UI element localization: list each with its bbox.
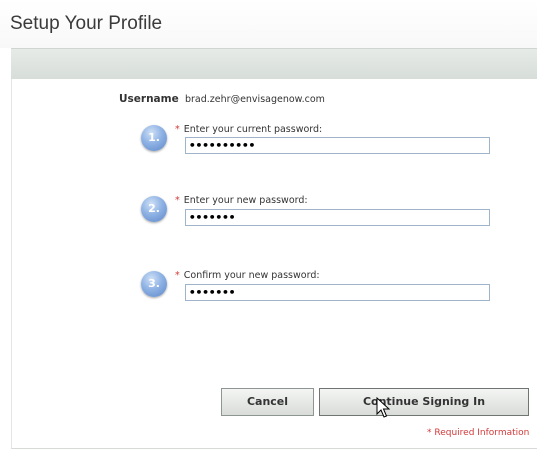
current-password-label: * Enter your current password: bbox=[175, 124, 322, 135]
continue-signing-in-button[interactable]: Continue Signing In bbox=[319, 388, 529, 416]
mouse-pointer-icon bbox=[376, 397, 390, 418]
step-3-badge: 3. bbox=[141, 271, 167, 297]
page-title: Setup Your Profile bbox=[10, 13, 163, 34]
new-password-label-text: Enter your new password: bbox=[183, 195, 308, 206]
required-information-note: * Required Information bbox=[427, 428, 530, 438]
title-bar: Setup Your Profile bbox=[0, 0, 537, 48]
required-star: * bbox=[175, 195, 180, 206]
required-star: * bbox=[175, 124, 180, 135]
required-star: * bbox=[175, 270, 180, 281]
new-password-input[interactable]: ••••••• bbox=[185, 209, 490, 226]
username-value: brad.zehr@envisagenow.com bbox=[185, 94, 325, 105]
current-password-label-text: Enter your current password: bbox=[183, 124, 323, 135]
step-2-badge: 2. bbox=[141, 196, 167, 222]
step-1-badge: 1. bbox=[141, 125, 167, 151]
confirm-password-input[interactable]: ••••••• bbox=[185, 284, 490, 301]
current-password-input[interactable]: •••••••••• bbox=[185, 137, 490, 154]
username-label: Username bbox=[119, 93, 179, 105]
header-band bbox=[11, 48, 537, 80]
confirm-password-label-text: Confirm your new password: bbox=[183, 270, 320, 281]
new-password-label: * Enter your new password: bbox=[175, 195, 308, 206]
confirm-password-label: * Confirm your new password: bbox=[175, 270, 320, 281]
cancel-button[interactable]: Cancel bbox=[221, 388, 314, 416]
